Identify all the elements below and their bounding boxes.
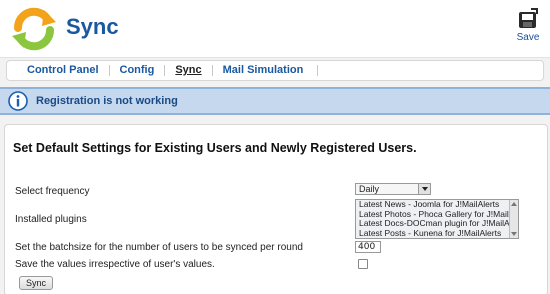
sync-button[interactable]: Sync bbox=[19, 276, 53, 290]
save-label: Save bbox=[516, 32, 540, 43]
save-button[interactable]: Save bbox=[514, 8, 542, 50]
save-icon bbox=[519, 8, 538, 28]
list-item[interactable]: Latest Posts - Kunena for J!MailAlerts bbox=[356, 228, 518, 239]
chevron-down-icon bbox=[418, 184, 430, 194]
message-text: Registration is not working bbox=[36, 95, 178, 107]
page-title: Sync bbox=[66, 14, 119, 39]
sync-logo-icon bbox=[12, 7, 56, 51]
listbox-scrollbar[interactable] bbox=[509, 200, 518, 238]
batchsize-label: Set the batchsize for the number of user… bbox=[15, 242, 303, 253]
plugins-listbox[interactable]: Latest News - Joomla for J!MailAlerts La… bbox=[355, 199, 519, 239]
tab-mail-simulation[interactable]: Mail Simulation bbox=[213, 65, 319, 76]
settings-panel: Set Default Settings for Existing Users … bbox=[4, 124, 548, 294]
frequency-value: Daily bbox=[359, 184, 380, 194]
batchsize-input[interactable] bbox=[355, 241, 381, 253]
frequency-select[interactable]: Daily bbox=[355, 183, 431, 195]
tab-control-panel[interactable]: Control Panel bbox=[17, 65, 110, 76]
save-values-label: Save the values irrespective of user's v… bbox=[15, 259, 215, 270]
tab-sync[interactable]: Sync bbox=[165, 65, 213, 76]
info-message: Registration is not working bbox=[0, 87, 550, 115]
save-values-checkbox[interactable] bbox=[358, 259, 368, 269]
info-icon bbox=[8, 91, 28, 111]
tab-config[interactable]: Config bbox=[110, 65, 166, 76]
header: Sync Save bbox=[0, 0, 550, 58]
settings-heading: Set Default Settings for Existing Users … bbox=[13, 141, 417, 155]
frequency-label: Select frequency bbox=[15, 186, 90, 197]
plugins-label: Installed plugins bbox=[15, 214, 87, 225]
submenu: Control Panel Config Sync Mail Simulatio… bbox=[6, 60, 544, 81]
scroll-down-icon[interactable] bbox=[511, 232, 517, 236]
scroll-up-icon[interactable] bbox=[511, 202, 517, 206]
